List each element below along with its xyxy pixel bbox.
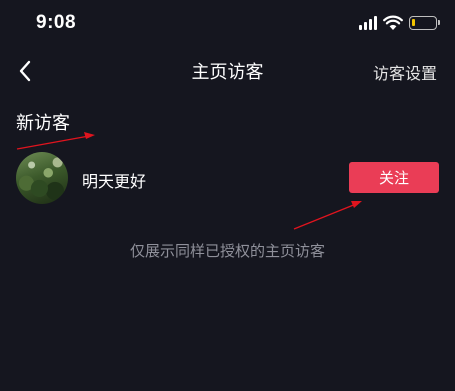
visitor-visibility-note: 仅展示同样已授权的主页访客 bbox=[129, 242, 325, 260]
signal-icon bbox=[359, 16, 377, 30]
section-title-new-visitors: 新访客 bbox=[16, 113, 70, 134]
battery-level bbox=[412, 19, 415, 26]
screen: 9:08 主页访客 访客设置 新访客 明天更好 关注 仅展示同样已授权的主页访客 bbox=[0, 0, 455, 391]
status-icons bbox=[359, 15, 440, 31]
list-item[interactable]: 明天更好 关注 bbox=[16, 152, 439, 204]
wifi-icon bbox=[383, 15, 403, 30]
annotation-arrow-2 bbox=[293, 201, 362, 230]
visitor-name[interactable]: 明天更好 bbox=[82, 168, 146, 192]
avatar[interactable] bbox=[16, 152, 68, 204]
follow-button[interactable]: 关注 bbox=[349, 162, 439, 193]
visitor-settings-link[interactable]: 访客设置 bbox=[373, 60, 437, 84]
status-time: 9:08 bbox=[36, 12, 77, 33]
battery-icon bbox=[409, 16, 440, 30]
